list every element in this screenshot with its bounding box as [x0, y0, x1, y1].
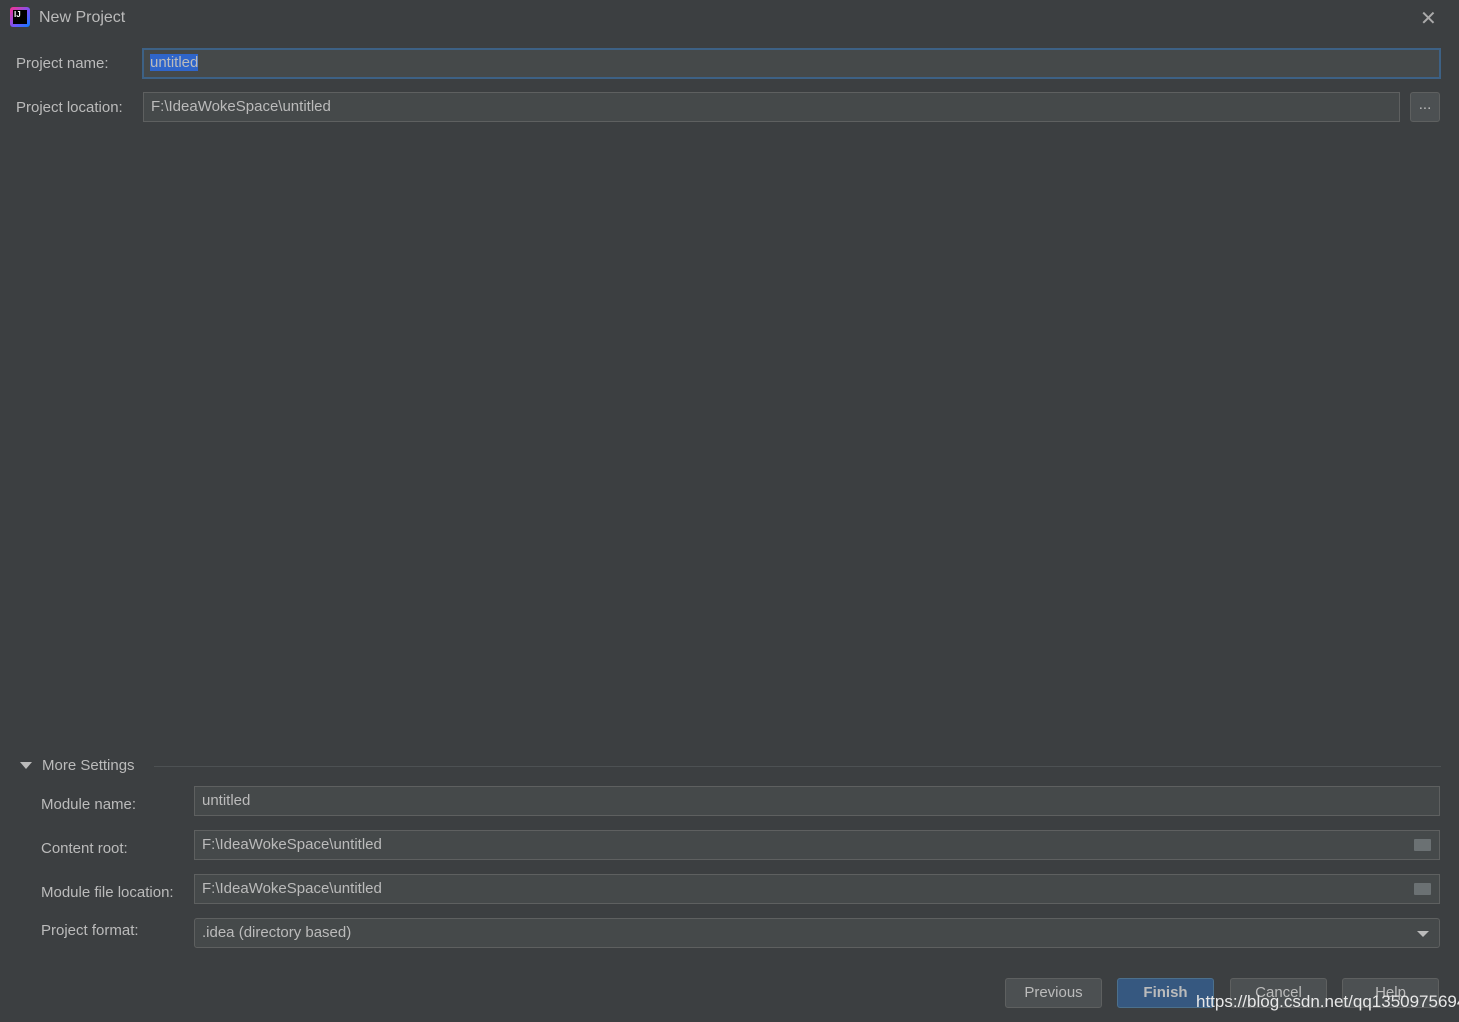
project-location-label: Project location: [16, 99, 123, 116]
close-icon[interactable]: ✕ [1420, 6, 1437, 31]
window-title: New Project [39, 9, 126, 26]
content-root-label: Content root: [41, 840, 128, 857]
chevron-down-icon [1417, 931, 1429, 937]
project-name-label: Project name: [16, 55, 109, 72]
content-root-input[interactable]: F:\IdeaWokeSpace\untitled [194, 830, 1440, 860]
previous-button[interactable]: Previous [1005, 978, 1102, 1008]
project-format-select[interactable]: .idea (directory based) [194, 918, 1440, 948]
folder-icon[interactable] [1414, 883, 1431, 895]
browse-button[interactable]: ... [1410, 92, 1440, 122]
project-location-input[interactable]: F:\IdeaWokeSpace\untitled [143, 92, 1400, 122]
project-format-label: Project format: [41, 922, 139, 939]
watermark: https://blog.csdn.net/qq1350975694 [1196, 992, 1459, 1011]
project-name-input[interactable]: untitled [142, 48, 1441, 79]
more-settings-toggle[interactable]: More Settings [42, 757, 135, 774]
module-name-label: Module name: [41, 796, 137, 813]
module-file-location-label: Module file location: [41, 884, 174, 901]
module-name-input[interactable]: untitled [194, 786, 1440, 816]
folder-icon[interactable] [1414, 839, 1431, 851]
module-file-location-input[interactable]: F:\IdeaWokeSpace\untitled [194, 874, 1440, 904]
intellij-logo-icon: IJ [10, 7, 30, 27]
divider [154, 766, 1441, 767]
collapse-triangle-icon[interactable] [20, 762, 32, 769]
